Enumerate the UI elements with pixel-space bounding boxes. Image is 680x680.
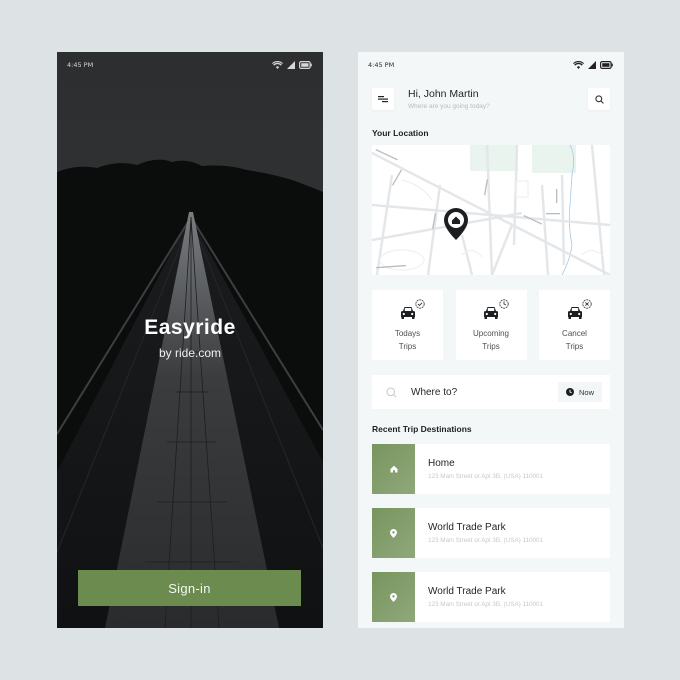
trip-cards: Todays Trips Upcoming Trips Cancel Trips xyxy=(372,290,610,360)
signal-icon xyxy=(588,61,596,69)
status-bar: 4:45 PM xyxy=(57,52,323,78)
todays-trips-card[interactable]: Todays Trips xyxy=(372,290,443,360)
greeting: Hi, John Martin Where are you going toda… xyxy=(408,88,490,110)
now-time-button[interactable]: Now xyxy=(557,382,602,402)
destination-address: 123 Main Street or Apt 3B, (USA) 110001 xyxy=(428,537,544,544)
destination-name: World Trade Park xyxy=(428,522,506,533)
greeting-subtitle: Where are you going today? xyxy=(408,103,490,110)
cancel-trips-card[interactable]: Cancel Trips xyxy=(539,290,610,360)
recent-destinations-list: Home 123 Main Street or Apt 3B, (USA) 11… xyxy=(372,444,610,628)
destination-thumb xyxy=(372,572,415,622)
your-location-title: Your Location xyxy=(372,128,429,138)
search-icon xyxy=(386,387,397,398)
signal-icon xyxy=(287,61,295,69)
menu-button[interactable] xyxy=(372,88,394,110)
app-title: Easyride xyxy=(144,316,236,339)
upcoming-trips-card[interactable]: Upcoming Trips xyxy=(455,290,527,360)
clock-icon xyxy=(565,388,574,396)
check-circle-icon xyxy=(415,299,425,309)
search-icon xyxy=(594,94,604,104)
trip-card-line2: Trips xyxy=(398,341,417,351)
destination-address: 123 Main Street or Apt 3B, (USA) 110001 xyxy=(428,473,544,480)
car-icon xyxy=(400,307,415,319)
destination-name: World Trade Park xyxy=(428,586,506,597)
car-icon xyxy=(484,307,498,319)
greeting-title: Hi, John Martin xyxy=(408,88,479,100)
signin-button[interactable]: Sign-in xyxy=(78,570,301,606)
trip-card-line2: Trips xyxy=(482,341,500,351)
recent-destinations-title: Recent Trip Destinations xyxy=(372,424,472,434)
location-pin-icon xyxy=(390,528,397,538)
header: Hi, John Martin Where are you going toda… xyxy=(372,86,610,110)
menu-icon xyxy=(378,96,388,103)
destination-search-input[interactable]: Where to? Now xyxy=(372,375,610,409)
splash-screen: 4:45 PM Easyride by ride.com Sign-in xyxy=(57,52,323,628)
destination-name: Home xyxy=(428,458,455,469)
battery-icon xyxy=(299,61,312,69)
clock-icon xyxy=(498,299,509,309)
destination-thumb xyxy=(372,508,415,558)
status-bar: 4:45 PM xyxy=(358,52,624,78)
home-icon xyxy=(390,465,397,473)
map-streets xyxy=(372,145,610,275)
trip-card-label: Cancel Trips xyxy=(539,328,610,353)
home-pin-icon xyxy=(444,208,468,240)
x-circle-icon xyxy=(582,299,592,309)
now-label: Now xyxy=(578,387,594,397)
destination-item[interactable]: Home 123 Main Street or Apt 3B, (USA) 11… xyxy=(372,444,610,494)
destination-address: 123 Main Street or Apt 3B, (USA) 110001 xyxy=(428,601,544,608)
trip-card-line1: Upcoming xyxy=(472,329,509,338)
wifi-icon xyxy=(573,61,584,69)
destination-placeholder: Where to? xyxy=(411,386,458,398)
status-time: 4:45 PM xyxy=(368,61,395,69)
trip-card-line2: Trips xyxy=(565,341,584,351)
trip-card-line1: Todays xyxy=(394,329,421,338)
brand: Easyride by ride.com xyxy=(57,316,323,360)
destination-thumb xyxy=(372,444,415,494)
app-subtitle: by ride.com xyxy=(158,346,222,360)
location-map[interactable] xyxy=(372,145,610,275)
car-icon xyxy=(567,307,582,319)
trip-card-label: Upcoming Trips xyxy=(456,328,527,353)
status-time: 4:45 PM xyxy=(67,61,94,69)
location-pin-icon xyxy=(390,592,397,602)
trip-card-line1: Cancel xyxy=(562,329,587,338)
trip-card-label: Todays Trips xyxy=(372,328,443,353)
destination-item[interactable]: World Trade Park 123 Main Street or Apt … xyxy=(372,508,610,558)
battery-icon xyxy=(600,61,613,69)
home-screen: 4:45 PM Hi, John Martin Where are you go… xyxy=(358,52,624,628)
search-button[interactable] xyxy=(588,88,610,110)
wifi-icon xyxy=(272,61,283,69)
destination-item[interactable]: World Trade Park 123 Main Street or Apt … xyxy=(372,572,610,622)
